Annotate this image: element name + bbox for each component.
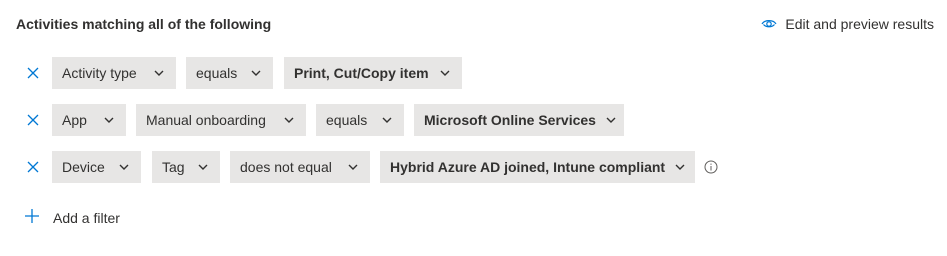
- chevron-down-icon: [675, 164, 685, 170]
- value-dropdown[interactable]: Print, Cut/Copy item: [284, 57, 462, 89]
- chevron-down-icon: [348, 164, 358, 170]
- chevron-down-icon: [284, 117, 294, 123]
- operator-dropdown[interactable]: equals: [186, 57, 273, 89]
- chevron-down-icon: [251, 70, 261, 76]
- chevron-down-icon: [382, 117, 392, 123]
- dropdown-value: Tag: [162, 159, 185, 175]
- dropdown-value: Hybrid Azure AD joined, Intune compliant: [390, 159, 666, 175]
- dropdown-value: equals: [196, 65, 238, 81]
- value-dropdown[interactable]: Hybrid Azure AD joined, Intune compliant: [380, 151, 695, 183]
- add-filter-label: Add a filter: [53, 209, 120, 226]
- edit-preview-label: Edit and preview results: [785, 16, 934, 32]
- filter-header-title: Activities matching all of the following: [16, 16, 272, 32]
- subfield-dropdown[interactable]: Tag: [152, 151, 220, 183]
- dropdown-value: App: [62, 112, 87, 128]
- remove-filter-button[interactable]: [22, 104, 44, 136]
- dropdown-value: Activity type: [62, 65, 137, 81]
- chevron-down-icon: [606, 117, 616, 123]
- chevron-down-icon: [154, 70, 164, 76]
- field-dropdown[interactable]: Device: [52, 151, 141, 183]
- close-icon: [27, 114, 39, 126]
- field-dropdown[interactable]: App: [52, 104, 126, 136]
- remove-filter-button[interactable]: [22, 151, 44, 183]
- dropdown-value: equals: [326, 112, 368, 128]
- close-icon: [27, 67, 39, 79]
- dropdown-value: Device: [62, 159, 105, 175]
- dropdown-value: Print, Cut/Copy item: [294, 65, 429, 81]
- plus-icon: [24, 208, 40, 227]
- edit-preview-results-link[interactable]: Edit and preview results: [761, 16, 934, 32]
- operator-dropdown[interactable]: does not equal: [230, 151, 370, 183]
- chevron-down-icon: [104, 117, 114, 123]
- chevron-down-icon: [119, 164, 129, 170]
- remove-filter-button[interactable]: [22, 57, 44, 89]
- add-filter-button[interactable]: Add a filter: [24, 208, 120, 227]
- value-dropdown[interactable]: Microsoft Online Services: [414, 104, 624, 136]
- chevron-down-icon: [440, 70, 450, 76]
- info-icon[interactable]: [704, 151, 718, 183]
- eye-icon: [761, 18, 777, 30]
- subfield-dropdown[interactable]: Manual onboarding: [136, 104, 306, 136]
- chevron-down-icon: [198, 164, 208, 170]
- dropdown-value: Microsoft Online Services: [424, 112, 596, 128]
- field-dropdown[interactable]: Activity type: [52, 57, 176, 89]
- close-icon: [27, 161, 39, 173]
- dropdown-value: Manual onboarding: [146, 112, 266, 128]
- operator-dropdown[interactable]: equals: [316, 104, 404, 136]
- dropdown-value: does not equal: [240, 159, 332, 175]
